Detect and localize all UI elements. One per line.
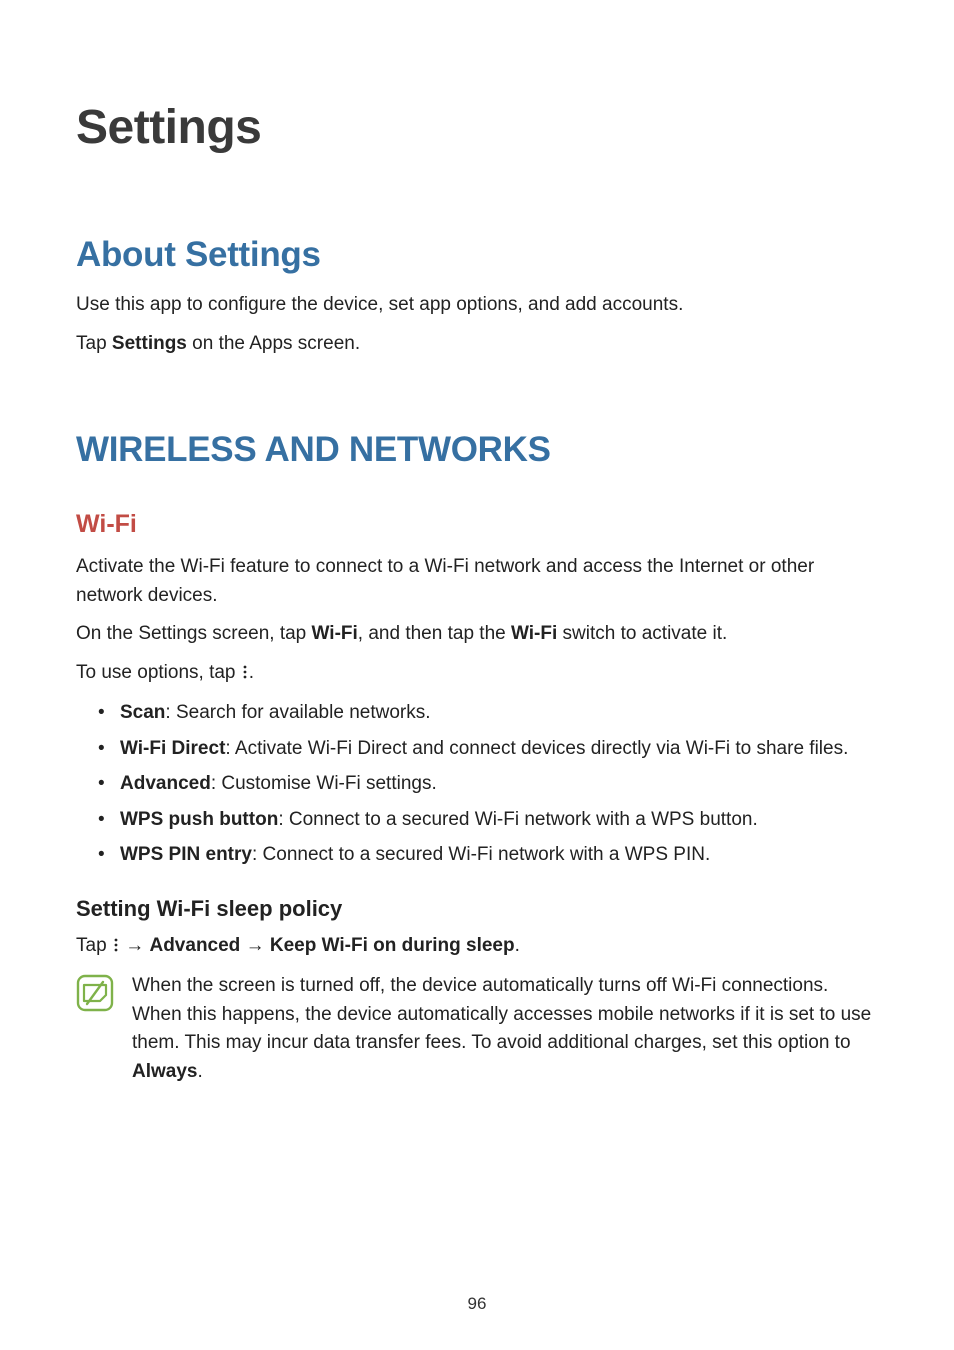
list-item: Scan: Search for available networks. xyxy=(76,699,878,728)
text-fragment: on the Apps screen. xyxy=(187,333,360,354)
always-label: Always xyxy=(132,1061,197,1082)
wifi-switch-label: Wi-Fi xyxy=(511,623,557,644)
option-desc: : Activate Wi-Fi Direct and connect devi… xyxy=(225,738,848,759)
arrow-icon: → xyxy=(120,935,150,956)
wifi-sleep-heading: Setting Wi-Fi sleep policy xyxy=(76,896,878,922)
note-block: When the screen is turned off, the devic… xyxy=(76,972,878,1086)
wifi-desc: Activate the Wi-Fi feature to connect to… xyxy=(76,553,878,610)
settings-app-name: Settings xyxy=(112,333,187,354)
list-item: WPS PIN entry: Connect to a secured Wi-F… xyxy=(76,841,878,870)
option-desc: : Connect to a secured Wi-Fi network wit… xyxy=(252,844,710,865)
wifi-label: Wi-Fi xyxy=(312,623,358,644)
text-fragment: , and then tap the xyxy=(358,623,511,644)
text-fragment: On the Settings screen, tap xyxy=(76,623,312,644)
about-settings-desc: Use this app to configure the device, se… xyxy=(76,291,878,320)
note-text: When the screen is turned off, the devic… xyxy=(132,972,878,1086)
option-label: Scan xyxy=(120,702,165,723)
wifi-activate: On the Settings screen, tap Wi-Fi, and t… xyxy=(76,620,878,649)
advanced-label: Advanced xyxy=(149,935,240,956)
text-fragment: To use options, tap xyxy=(76,662,241,683)
wifi-sleep-path: Tap → Advanced → Keep Wi-Fi on during sl… xyxy=(76,932,878,963)
option-label: Wi-Fi Direct xyxy=(120,738,225,759)
wifi-heading: Wi-Fi xyxy=(76,510,878,539)
more-options-icon xyxy=(241,661,249,690)
option-label: WPS PIN entry xyxy=(120,844,252,865)
option-label: Advanced xyxy=(120,773,211,794)
keep-wifi-label: Keep Wi-Fi on during sleep xyxy=(270,935,515,956)
note-icon xyxy=(76,974,114,1012)
more-options-icon xyxy=(112,934,120,963)
arrow-icon: → xyxy=(240,935,270,956)
text-fragment: Tap xyxy=(76,935,112,956)
text-fragment: . xyxy=(249,662,254,683)
option-label: WPS push button xyxy=(120,809,278,830)
wifi-options-tap: To use options, tap . xyxy=(76,659,878,690)
text-fragment: Tap xyxy=(76,333,112,354)
page-number: 96 xyxy=(0,1294,954,1314)
text-fragment: . xyxy=(515,935,520,956)
option-desc: : Customise Wi-Fi settings. xyxy=(211,773,437,794)
list-item: Wi-Fi Direct: Activate Wi-Fi Direct and … xyxy=(76,735,878,764)
list-item: Advanced: Customise Wi-Fi settings. xyxy=(76,770,878,799)
wifi-options-list: Scan: Search for available networks. Wi-… xyxy=(76,699,878,870)
about-settings-tap: Tap Settings on the Apps screen. xyxy=(76,330,878,359)
page-title: Settings xyxy=(76,100,878,155)
option-desc: : Connect to a secured Wi-Fi network wit… xyxy=(278,809,757,830)
option-desc: : Search for available networks. xyxy=(165,702,430,723)
text-fragment: . xyxy=(197,1061,202,1082)
list-item: WPS push button: Connect to a secured Wi… xyxy=(76,806,878,835)
wireless-networks-heading: WIRELESS AND NETWORKS xyxy=(76,430,878,470)
about-settings-heading: About Settings xyxy=(76,235,878,275)
text-fragment: When the screen is turned off, the devic… xyxy=(132,975,871,1053)
text-fragment: switch to activate it. xyxy=(557,623,727,644)
